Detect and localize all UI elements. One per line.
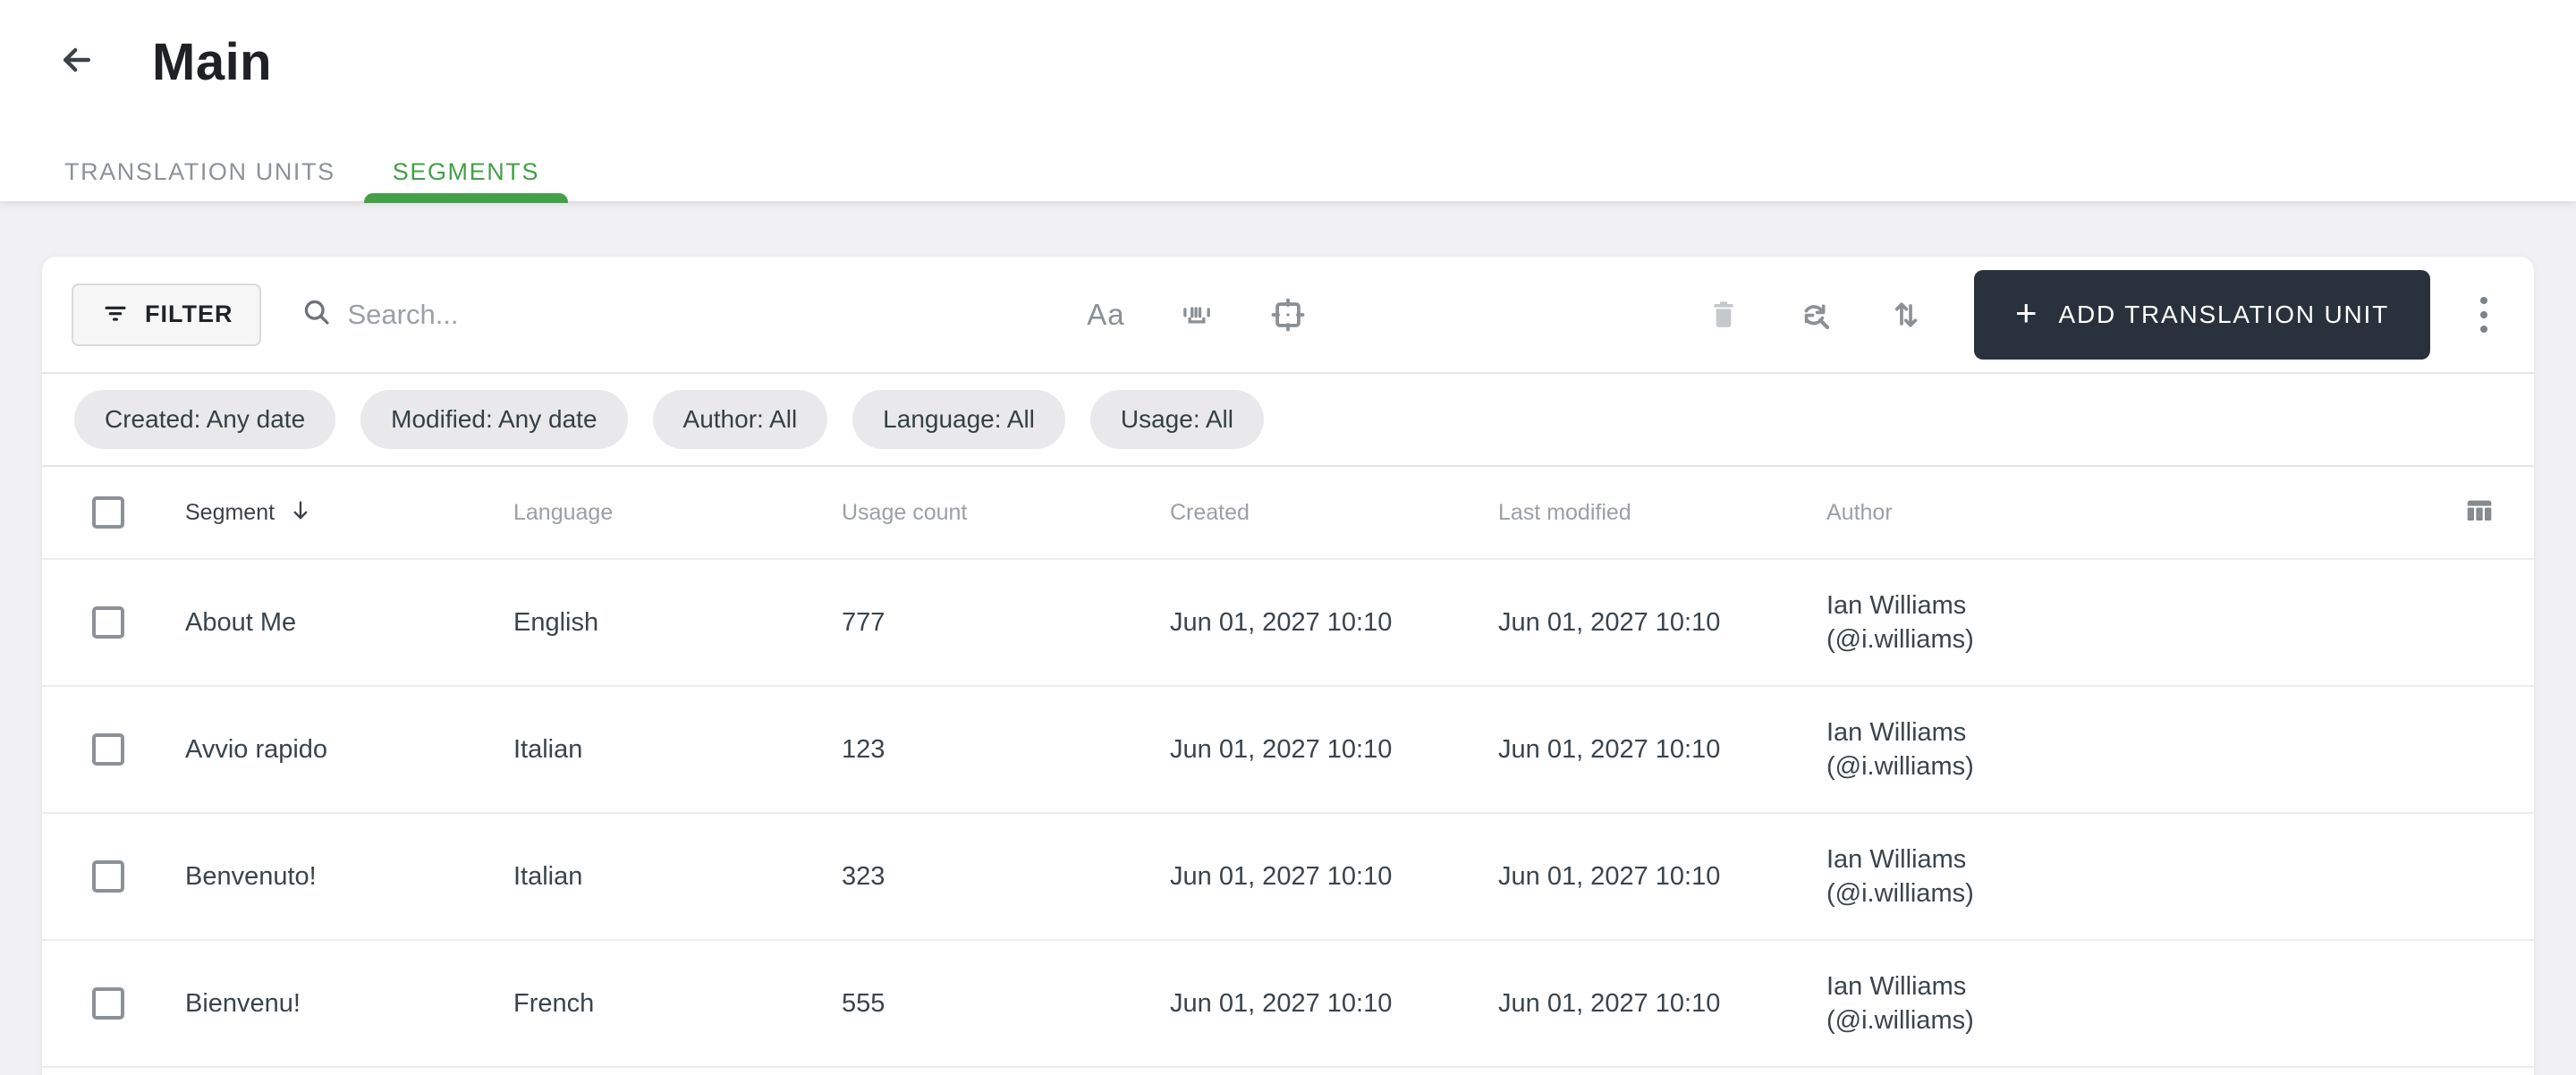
row-checkbox[interactable] xyxy=(92,606,124,639)
column-last-modified[interactable]: Last modified xyxy=(1498,500,1826,526)
cell-modified: Jun 01, 2027 10:10 xyxy=(1498,734,1721,764)
plus-icon: + xyxy=(2015,291,2038,334)
search-bar xyxy=(301,296,1028,333)
search-option-icons: Aa xyxy=(1086,295,1308,334)
author-handle: (@i.williams) xyxy=(1826,625,1974,654)
row-checkbox[interactable] xyxy=(92,733,124,766)
arrow-left-icon xyxy=(57,40,97,84)
chip-modified[interactable]: Modified: Any date xyxy=(360,390,628,449)
cell-usage: 123 xyxy=(842,734,886,764)
cell-author: Ian Williams (@i.williams) xyxy=(1826,842,2416,910)
add-translation-unit-button[interactable]: + ADD TRANSLATION UNIT xyxy=(1974,269,2430,360)
sort-desc-icon xyxy=(287,497,314,529)
tab-bar: TRANSLATION UNITS SEGMENTS xyxy=(36,142,569,203)
table-row[interactable]: Bienvenu! French 555 Jun 01, 2027 10:10 … xyxy=(42,941,2534,1068)
cell-language: French xyxy=(513,988,595,1018)
author-name: Ian Williams xyxy=(1826,845,1967,874)
cell-segment: Benvenuto! xyxy=(185,861,317,891)
cell-language: English xyxy=(513,607,599,637)
column-usage-count[interactable]: Usage count xyxy=(842,500,1170,526)
cell-segment: Bienvenu! xyxy=(185,988,301,1018)
column-created[interactable]: Created xyxy=(1170,500,1498,526)
cell-created: Jun 01, 2027 10:10 xyxy=(1170,734,1393,764)
filter-list-icon xyxy=(100,298,131,331)
column-language[interactable]: Language xyxy=(513,500,842,526)
cell-created: Jun 01, 2027 10:10 xyxy=(1170,988,1393,1018)
segments-card: FILTER Aa xyxy=(42,257,2534,1075)
author-handle: (@i.williams) xyxy=(1826,879,1974,908)
filter-button[interactable]: FILTER xyxy=(72,283,262,346)
search-icon xyxy=(301,296,333,333)
add-button-label: ADD TRANSLATION UNIT xyxy=(2058,300,2389,328)
chip-created[interactable]: Created: Any date xyxy=(74,390,336,449)
cell-author: Ian Williams (@i.williams) xyxy=(1826,715,2416,783)
tab-label: TRANSLATION UNITS xyxy=(64,157,335,185)
table-header: Segment Language Usage count Created Las… xyxy=(42,467,2534,560)
table-columns-icon[interactable] xyxy=(2461,493,2498,533)
author-handle: (@i.williams) xyxy=(1826,1006,1974,1035)
match-case-icon[interactable]: Aa xyxy=(1086,295,1125,334)
select-all-checkbox[interactable] xyxy=(92,496,124,529)
cell-modified: Jun 01, 2027 10:10 xyxy=(1498,861,1721,891)
chip-language[interactable]: Language: All xyxy=(852,390,1065,449)
cell-usage: 555 xyxy=(842,988,886,1018)
cell-modified: Jun 01, 2027 10:10 xyxy=(1498,988,1721,1018)
search-input[interactable] xyxy=(347,298,1028,331)
column-segment[interactable]: Segment xyxy=(185,497,513,529)
cell-language: Italian xyxy=(513,734,583,764)
top-header: Main TRANSLATION UNITS SEGMENTS xyxy=(0,0,2576,203)
column-settings-cell xyxy=(2416,493,2498,533)
header-checkbox-cell xyxy=(92,496,185,529)
column-author[interactable]: Author xyxy=(1826,500,2416,526)
cell-created: Jun 01, 2027 10:10 xyxy=(1170,607,1393,637)
toolbar: FILTER Aa xyxy=(42,257,2534,374)
row-checkbox[interactable] xyxy=(92,987,124,1020)
cell-author: Ian Williams (@i.williams) xyxy=(1826,588,2416,656)
tab-label: SEGMENTS xyxy=(392,157,540,185)
find-replace-icon[interactable] xyxy=(1795,295,1835,334)
table-row[interactable]: About Me English 777 Jun 01, 2027 10:10 … xyxy=(42,560,2534,687)
filter-chips-row: Created: Any date Modified: Any date Aut… xyxy=(42,374,2534,467)
title-row: Main xyxy=(0,0,2576,92)
cell-author: Ian Williams (@i.williams) xyxy=(1826,969,2416,1037)
tab-segments[interactable]: SEGMENTS xyxy=(363,142,569,203)
page-title: Main xyxy=(152,33,273,91)
chip-usage[interactable]: Usage: All xyxy=(1089,390,1264,449)
author-name: Ian Williams xyxy=(1826,591,1967,620)
cell-created: Jun 01, 2027 10:10 xyxy=(1170,861,1393,891)
cell-usage: 777 xyxy=(842,607,886,637)
action-icons xyxy=(1704,295,1926,334)
filter-button-label: FILTER xyxy=(145,300,233,327)
sort-order-icon[interactable] xyxy=(1886,295,1926,334)
select-frame-icon[interactable] xyxy=(1268,295,1308,334)
more-options-icon[interactable] xyxy=(2473,290,2495,340)
chip-author[interactable]: Author: All xyxy=(652,390,828,449)
row-checkbox[interactable] xyxy=(92,860,124,893)
active-tab-indicator xyxy=(363,193,569,203)
page-body: FILTER Aa xyxy=(0,201,2576,1075)
cell-usage: 323 xyxy=(842,861,886,891)
delete-icon[interactable] xyxy=(1704,295,1743,334)
cell-modified: Jun 01, 2027 10:10 xyxy=(1498,607,1721,637)
author-handle: (@i.williams) xyxy=(1826,752,1974,781)
author-name: Ian Williams xyxy=(1826,718,1967,747)
table-row[interactable]: Avvio rapido Italian 123 Jun 01, 2027 10… xyxy=(42,687,2534,814)
cell-language: Italian xyxy=(513,861,583,891)
author-name: Ian Williams xyxy=(1826,972,1967,1001)
tab-translation-units[interactable]: TRANSLATION UNITS xyxy=(36,142,364,201)
back-button[interactable] xyxy=(55,41,98,84)
table-row[interactable]: Benvenuto! Italian 323 Jun 01, 2027 10:1… xyxy=(42,814,2534,941)
cell-segment: About Me xyxy=(185,607,297,637)
match-word-icon[interactable] xyxy=(1177,295,1216,334)
cell-segment: Avvio rapido xyxy=(185,734,328,764)
